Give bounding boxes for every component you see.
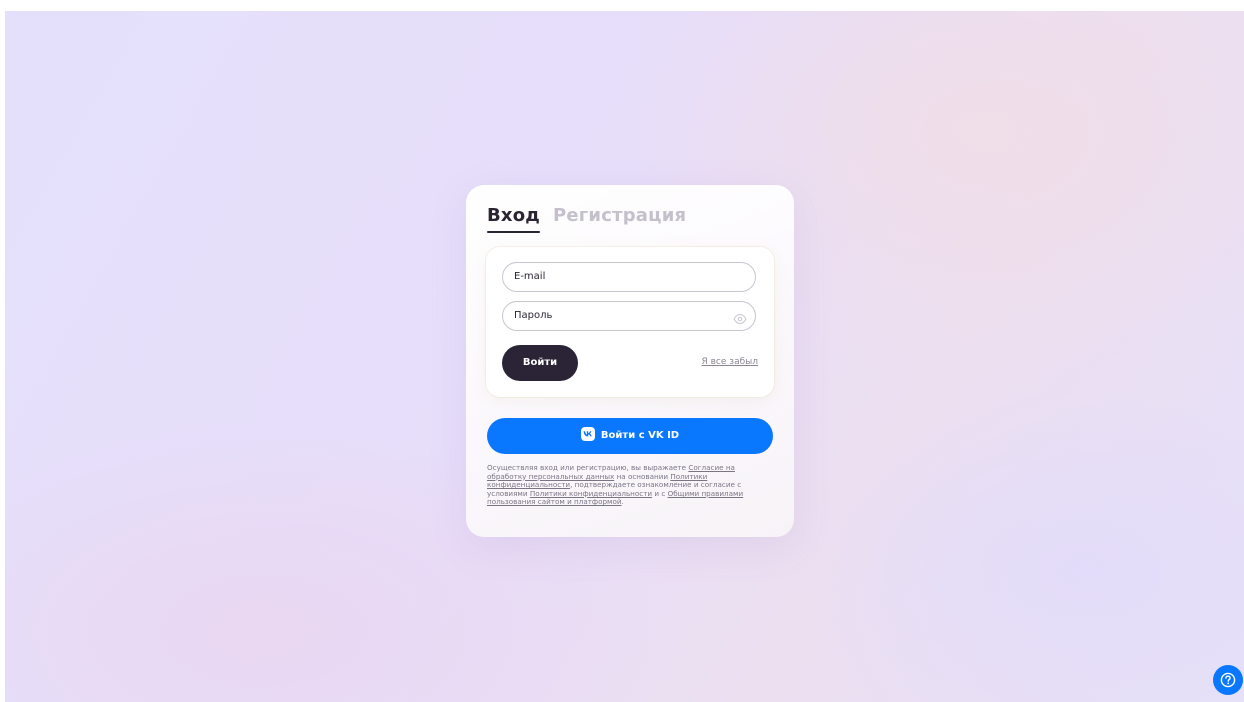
vk-button-label: Войти с VK ID <box>600 430 680 441</box>
vk-logo-icon <box>580 427 595 441</box>
email-placeholder: E-mail <box>514 271 546 282</box>
vk-button-content: Войти с VK ID <box>487 418 773 454</box>
page: Вход Регистрация E-mail Пароль Войти Я в… <box>0 0 1244 702</box>
email-field[interactable]: E-mail <box>502 262 756 292</box>
forgot-password-link[interactable]: Я все забыл <box>702 357 758 367</box>
legal-notice: Осуществляя вход или регистрацию, вы выр… <box>487 463 775 507</box>
vk-id-login-button[interactable]: Войти с VK ID <box>487 418 773 454</box>
auth-card: Вход Регистрация E-mail Пароль Войти Я в… <box>466 185 794 537</box>
legal-text-5: . <box>621 497 624 507</box>
login-form: E-mail Пароль Войти Я все забыл <box>486 247 774 397</box>
tab-login[interactable]: Вход <box>487 205 541 233</box>
help-button[interactable] <box>1213 665 1243 695</box>
help-question-icon <box>1220 672 1236 688</box>
eye-icon[interactable] <box>733 310 747 325</box>
login-button[interactable]: Войти <box>502 345 578 381</box>
tab-register[interactable]: Регистрация <box>553 205 686 226</box>
legal-text-4: и с <box>652 488 668 498</box>
password-field[interactable]: Пароль <box>502 301 756 331</box>
password-placeholder: Пароль <box>514 310 553 321</box>
